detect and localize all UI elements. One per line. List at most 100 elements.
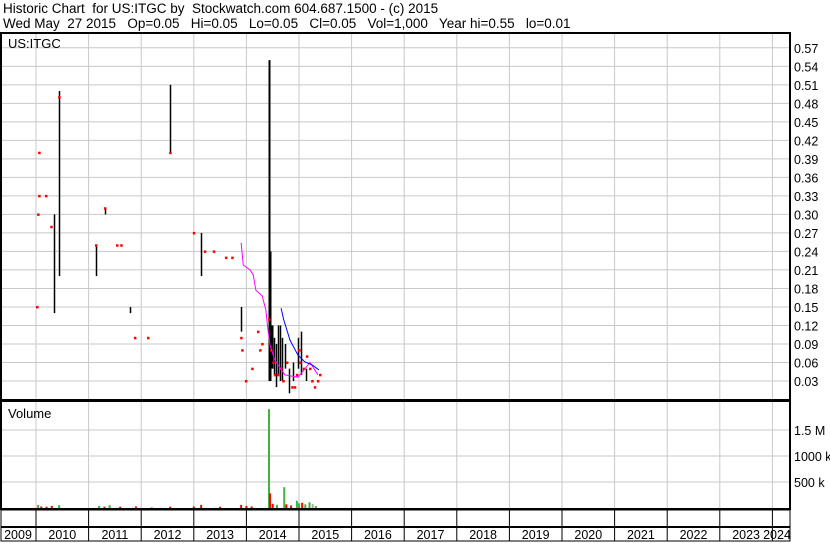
volume-bar <box>219 506 222 508</box>
price-tick-label: 0.27 <box>794 227 818 241</box>
price-tick-label: 0.45 <box>794 116 818 130</box>
year-label: 2013 <box>206 528 234 542</box>
close-point <box>272 361 275 364</box>
year-axis-labels: 2009 2010 2011 2012 2013 2014 2015 2016 2017 2018… <box>4 528 791 542</box>
volume-grid <box>1 402 790 509</box>
close-point <box>212 250 216 253</box>
price-tick-label: 0.30 <box>794 208 818 222</box>
close-point <box>299 361 302 364</box>
volume-bar <box>200 504 203 508</box>
year-label: 2017 <box>417 528 445 542</box>
panel-frames <box>0 32 791 542</box>
volume-marks <box>37 409 317 508</box>
volume-bar <box>45 506 48 508</box>
volume-bar <box>275 504 278 508</box>
price-tick-label: 0.18 <box>794 282 818 296</box>
close-point <box>295 373 299 377</box>
price-panel-frame <box>0 32 791 401</box>
price-tick-label: 0.51 <box>794 79 818 93</box>
volume-bar <box>134 506 137 508</box>
year-label: 2014 <box>259 528 287 542</box>
volume-bar <box>290 505 293 508</box>
year-label: 2009 <box>4 528 32 542</box>
close-point <box>305 355 309 358</box>
close-point <box>116 244 119 247</box>
price-tick-label: 0.09 <box>794 338 818 352</box>
volume-bar <box>98 505 101 508</box>
volume-bar <box>250 506 253 508</box>
year-label: 2020 <box>574 528 602 542</box>
volume-axis-labels: 1.5 M 1000 k 500 k <box>794 424 830 490</box>
close-point <box>261 342 264 346</box>
price-tick-label: 0.39 <box>794 153 818 167</box>
close-point <box>36 305 39 309</box>
price-tick-label: 0.15 <box>794 301 818 315</box>
volume-bar <box>269 493 272 508</box>
close-point <box>309 367 312 371</box>
volume-bar <box>304 504 307 508</box>
close-point <box>192 231 196 235</box>
close-point <box>94 244 98 247</box>
year-label: 2024 <box>763 528 791 542</box>
close-point <box>259 349 262 352</box>
price-axis-labels: 0.57 0.54 0.51 0.48 0.45 0.42 0.39 0.36 0.33 0.30… <box>794 42 818 389</box>
year-label: 2016 <box>364 528 392 542</box>
volume-bar <box>50 505 53 508</box>
volume-bar <box>314 505 317 508</box>
volume-bar <box>245 505 248 508</box>
close-point <box>38 194 41 198</box>
close-point <box>120 244 123 247</box>
year-label: 2012 <box>154 528 182 542</box>
year-label: 2011 <box>101 528 128 542</box>
close-point <box>147 336 150 340</box>
close-point <box>37 213 40 216</box>
volume-bar <box>169 506 172 508</box>
close-point <box>291 386 294 389</box>
close-point <box>58 96 61 99</box>
moving-average-short-line <box>280 308 320 371</box>
volume-bar <box>311 503 314 508</box>
close-point <box>241 349 244 352</box>
price-marks <box>36 60 322 394</box>
stock-chart: US:ITGC Volume 0.570.540.510.480.450.420… <box>0 32 830 542</box>
close-point <box>276 373 280 377</box>
year-label: 2018 <box>469 528 497 542</box>
year-label: 2022 <box>680 528 708 542</box>
close-point <box>50 225 53 229</box>
close-point <box>240 336 243 340</box>
close-point <box>268 318 271 321</box>
close-point <box>44 194 48 198</box>
close-point <box>273 373 277 377</box>
price-tick-label: 0.24 <box>794 245 818 259</box>
close-point <box>319 373 322 377</box>
volume-bar <box>308 502 311 508</box>
close-point <box>311 379 314 383</box>
price-tick-label: 0.12 <box>794 319 818 333</box>
price-tick-label: 0.03 <box>794 375 818 389</box>
volume-bar <box>295 500 298 508</box>
volume-bar <box>298 503 300 508</box>
volume-bar <box>103 506 106 508</box>
close-point <box>231 256 234 260</box>
volume-bar <box>285 504 288 508</box>
volume-bar <box>268 409 271 508</box>
price-tick-label: 0.57 <box>794 42 818 56</box>
volume-tick-label: 1000 k <box>794 450 830 464</box>
volume-bar <box>301 502 304 508</box>
year-label: 2023 <box>732 528 760 542</box>
close-point <box>133 336 137 340</box>
price-tick-label: 0.48 <box>794 97 818 111</box>
close-point <box>38 151 41 155</box>
volume-bar <box>150 506 153 508</box>
volume-bar <box>192 506 195 508</box>
close-point <box>256 330 260 334</box>
volume-panel-frame <box>0 400 791 510</box>
year-label: 2010 <box>48 528 76 542</box>
close-point <box>285 361 289 364</box>
close-point <box>251 367 254 371</box>
close-point <box>316 379 320 383</box>
price-tick-label: 0.42 <box>794 134 818 148</box>
price-tick-label: 0.21 <box>794 264 818 278</box>
price-tick-label: 0.54 <box>794 60 818 74</box>
volume-tick-label: 500 k <box>794 476 825 490</box>
